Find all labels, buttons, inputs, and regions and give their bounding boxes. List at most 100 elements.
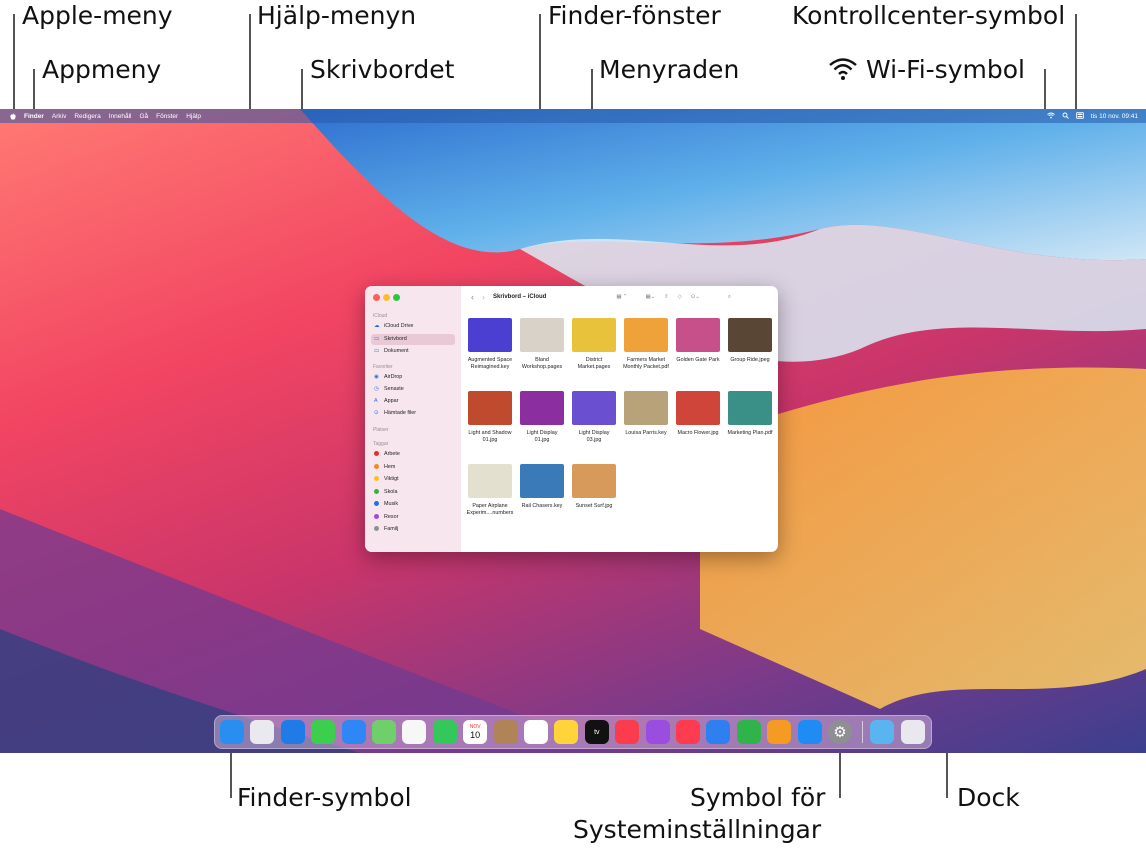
facetime-icon[interactable] [432,720,457,744]
file-item[interactable]: Bland Workshop.pages [515,318,569,371]
menu-innehall[interactable]: Innehåll [109,113,132,120]
sidebar-tag[interactable]: Resor [371,512,455,523]
numbers-icon[interactable] [736,720,761,744]
launchpad-icon[interactable] [250,720,275,744]
menu-hjalp[interactable]: Hjälp [186,113,201,120]
wifi-icon[interactable] [1046,112,1055,121]
cloud-icon: ☁ [374,323,380,329]
photos-icon[interactable] [402,720,427,744]
app-menu-callout: Appmeny [42,55,162,84]
control-center-icon[interactable] [1075,111,1084,121]
file-item[interactable]: Augmented Space Reimagined.key [463,318,517,371]
apple-menu-icon[interactable] [10,112,16,120]
sidebar-header-places: Platser [373,427,389,433]
tag-label: Resor [384,513,399,520]
messages-icon[interactable] [311,720,336,744]
sidebar-item-icloud-drive[interactable]: ☁ iCloud Drive [371,321,455,332]
file-name-line2: Monthly Packet.pdf [623,364,669,370]
file-name-line2: Market.pages [577,364,611,370]
sidebar-item-label: Appar [384,398,399,404]
file-name: Louisa Parris.key [625,430,667,436]
file-name: Paper Airplane [472,503,508,509]
file-item[interactable]: Marketing Plan.pdf [723,391,777,437]
system-settings-callout-line2: Systeminställningar [573,815,822,844]
downloads-folder-icon[interactable] [870,720,894,744]
podcasts-icon[interactable] [645,720,670,744]
sidebar-tag[interactable]: Skola [371,487,455,498]
file-thumbnail [572,464,616,498]
zoom-button[interactable] [393,294,400,301]
file-item[interactable]: Light Display 01.jpg [515,391,569,444]
menu-clock[interactable]: tis 10 nov. 09:41 [1091,113,1138,120]
desktop[interactable]: Finder Arkiv Redigera Innehåll Gå Fönste… [0,109,1146,753]
file-item[interactable]: Macro Flower.jpg [671,391,725,437]
menu-arkiv[interactable]: Arkiv [52,113,66,120]
sidebar-item-hamtade-filer[interactable]: ⊙ Hämtade filer [371,408,455,419]
close-button[interactable] [373,294,380,301]
file-name: Marketing Plan.pdf [727,430,773,436]
sidebar-tag[interactable]: Viktigt [371,474,455,485]
sidebar-tag[interactable]: Arbete [371,449,455,460]
tag-icon[interactable]: ◇ [678,294,682,300]
spotlight-icon[interactable] [1062,112,1069,121]
system-settings-icon[interactable]: ⚙ [828,720,852,744]
search-icon[interactable]: ⌕ [728,294,731,301]
sidebar-item-skrivbord[interactable]: ▭ Skrivbord [371,334,455,345]
contacts-icon[interactable] [493,720,518,744]
share-icon[interactable]: ⇧ [664,294,669,300]
app-store-icon[interactable] [797,720,822,744]
menu-redigera[interactable]: Redigera [74,113,100,120]
more-icon[interactable]: ⊙⌄ [691,294,700,300]
menu-bar-leader [591,69,593,114]
menu-ga[interactable]: Gå [140,113,149,120]
file-name: Golden Gate Park [676,357,720,363]
wifi-callout: Wi-Fi-symbol [866,55,1025,84]
minimize-button[interactable] [383,294,390,301]
file-item[interactable]: Golden Gate Park [671,318,725,364]
calendar-icon[interactable]: NOV 10 [463,720,488,744]
trash-icon[interactable] [901,720,925,744]
desktop-folder-icon: ▭ [374,336,380,342]
file-thumbnail [468,318,512,352]
keynote-icon[interactable] [706,720,731,744]
tag-label: Arbete [384,451,400,457]
forward-icon[interactable]: › [482,292,485,302]
sidebar-item-senaste[interactable]: ◷ Senaste [371,384,455,395]
safari-icon[interactable] [280,720,305,744]
group-icon[interactable]: ▦⌄ [645,294,655,300]
file-item[interactable]: Louisa Parris.key [619,391,673,437]
file-thumbnail [728,318,772,352]
sidebar-item-dokument[interactable]: ▭ Dokument [371,346,455,357]
file-name: Augmented Space [467,357,513,363]
finder-icon[interactable] [220,720,244,744]
tv-icon[interactable]: tv [584,720,609,744]
view-options-icon[interactable]: ▦ ⌃ [616,294,627,300]
menu-finder[interactable]: Finder [24,113,44,120]
file-item[interactable]: Farmers Market Monthly Packet.pdf [619,318,673,371]
sidebar-item-airdrop[interactable]: ◉ AirDrop [371,372,455,383]
maps-icon[interactable] [372,720,396,744]
file-item[interactable]: Light Display 03.jpg [567,391,621,444]
sidebar-item-appar[interactable]: A Appar [371,396,455,407]
sidebar-tag[interactable]: Familj [371,524,455,535]
file-item[interactable]: Paper Airplane Experim....numbers [463,464,517,517]
finder-window[interactable]: iCloud ☁ iCloud Drive ▭ Skrivbord ▭ Dokumen… [365,286,778,552]
news-icon[interactable] [676,720,700,744]
file-item[interactable]: Light and Shadow 01.jpg [463,391,517,444]
sidebar-tag[interactable]: Musik [371,499,455,510]
menu-bar-callout: Menyraden [599,55,740,84]
reminders-icon[interactable] [524,720,548,744]
music-icon[interactable] [615,720,640,744]
file-item[interactable]: Group Ride.jpeg [723,318,777,364]
pages-icon[interactable] [767,720,792,744]
file-item[interactable]: Sunset Surf.jpg [567,464,621,510]
file-name: District [585,357,603,363]
mail-icon[interactable] [341,720,366,744]
sidebar-item-label: Hämtade filer [384,410,417,416]
menu-fonster[interactable]: Fönster [156,113,178,120]
sidebar-tag[interactable]: Hem [371,462,455,473]
notes-icon[interactable] [554,720,579,744]
back-icon[interactable]: ‹ [471,292,474,302]
file-item[interactable]: District Market.pages [567,318,621,371]
file-item[interactable]: Rail Chasers.key [515,464,569,510]
